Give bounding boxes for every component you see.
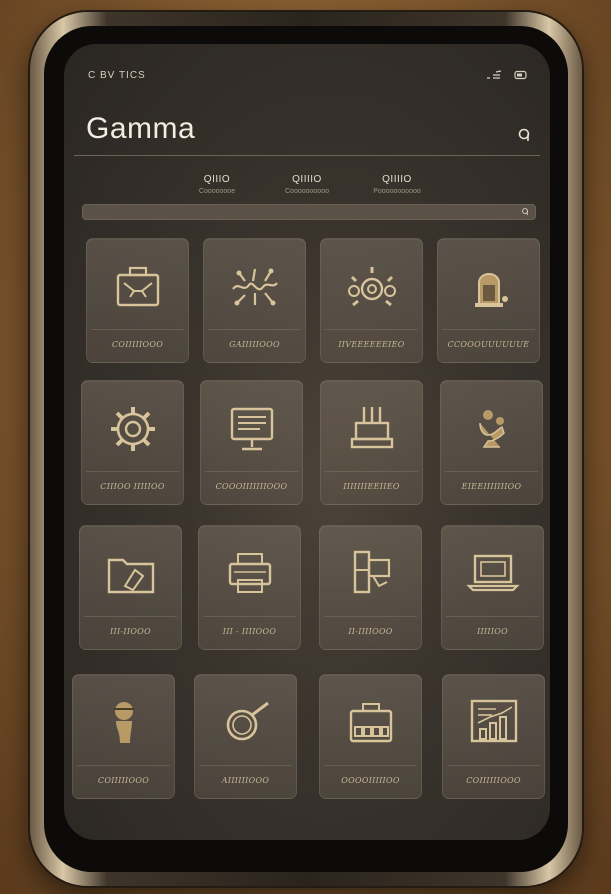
tile-divider xyxy=(325,329,418,330)
tile-label: COIIIIIOOO xyxy=(97,776,150,785)
tile-divider xyxy=(208,329,301,330)
tile-label: AIIIIIIOOO xyxy=(221,776,270,785)
tile-label: COIIIIIIOOO xyxy=(466,776,521,785)
laptop-icon xyxy=(465,554,520,592)
tile-label: IIIIIIIEEIIEO xyxy=(343,482,400,491)
tools-icon xyxy=(350,407,393,449)
app-tile-gear-cluster[interactable]: IIVEEEEEEIEO xyxy=(320,238,423,363)
figure-icon xyxy=(474,273,508,307)
tile-divider xyxy=(324,765,417,766)
app-tile-figure[interactable]: CCOOOUUUUUUE xyxy=(437,238,540,363)
app-tile-bust[interactable]: COIIIIIOOO xyxy=(72,674,175,799)
tile-divider xyxy=(445,471,538,472)
app-tile-statue[interactable]: EIEEIIIIIIIOO xyxy=(440,380,543,505)
tile-divider xyxy=(203,616,296,617)
bag-icon xyxy=(349,703,392,743)
tile-label: OOOOIIIIIOO xyxy=(341,776,400,785)
tile-divider xyxy=(205,471,298,472)
tile-label: II-IIIIOOO xyxy=(348,627,393,636)
tile-divider xyxy=(199,765,292,766)
tile-label: III-IIOOO xyxy=(110,627,151,636)
tile-label: GAIIIIIOOO xyxy=(229,340,280,349)
gear-cluster-icon xyxy=(347,267,396,307)
tile-label: COOOIIIIIIIOOO xyxy=(215,482,288,491)
app-tile-dashboard[interactable]: COIIIIIIOOO xyxy=(442,674,545,799)
gear-icon xyxy=(110,407,155,451)
app-tile-circuit[interactable]: GAIIIIIOOO xyxy=(203,238,306,363)
tile-label: CCOOOUUUUUUE xyxy=(447,340,530,349)
tile-divider xyxy=(442,329,535,330)
monitor-icon xyxy=(230,407,273,451)
tile-divider xyxy=(84,616,177,617)
app-tile-folder[interactable]: III-IIOOO xyxy=(79,525,182,650)
tile-divider xyxy=(86,471,179,472)
pan-icon xyxy=(226,701,269,741)
tile-divider xyxy=(447,765,540,766)
tile-divider xyxy=(325,471,418,472)
circuit-icon xyxy=(231,268,278,306)
tile-label: CIIIOO IIIIIOO xyxy=(100,482,165,491)
app-tile-gear[interactable]: CIIIOO IIIIIOO xyxy=(81,380,184,505)
tile-label: COIIIIIOOO xyxy=(111,340,164,349)
app-tile-briefcase[interactable]: COIIIIIOOO xyxy=(86,238,189,363)
app-tile-bag[interactable]: OOOOIIIIIOO xyxy=(319,674,422,799)
app-tile-machine[interactable]: II-IIIIOOO xyxy=(319,525,422,650)
app-tile-pan[interactable]: AIIIIIIOOO xyxy=(194,674,297,799)
tile-divider xyxy=(324,616,417,617)
dashboard-icon xyxy=(470,699,517,743)
tile-divider xyxy=(91,329,184,330)
statue-icon xyxy=(478,410,505,448)
app-screen: C BV TICS Gamma QIIIO Coooooooe QIIIIO C xyxy=(64,44,550,840)
app-tile-tools[interactable]: IIIIIIIEEIIEO xyxy=(320,380,423,505)
tile-divider xyxy=(77,765,170,766)
folder-icon xyxy=(107,558,154,594)
tile-label: III - IIIIOOO xyxy=(222,627,277,636)
tile-divider xyxy=(446,616,539,617)
tile-label: EIEEIIIIIIIOO xyxy=(461,482,522,491)
tile-label: IIVEEEEEEIEO xyxy=(338,340,405,349)
briefcase-icon xyxy=(116,266,159,307)
tile-label: IIIIIOO xyxy=(476,627,509,636)
app-tile-monitor[interactable]: COOOIIIIIIIOOO xyxy=(200,380,303,505)
printer-icon xyxy=(228,553,271,593)
machine-icon xyxy=(353,550,390,594)
app-tile-laptop[interactable]: IIIIIOO xyxy=(441,525,544,650)
bust-icon xyxy=(113,702,134,743)
app-tile-printer[interactable]: III - IIIIOOO xyxy=(198,525,301,650)
app-grid: COIIIIIOOO GAIIIIIOOO IIVEEEEEEIEO CCOOO… xyxy=(64,44,550,840)
